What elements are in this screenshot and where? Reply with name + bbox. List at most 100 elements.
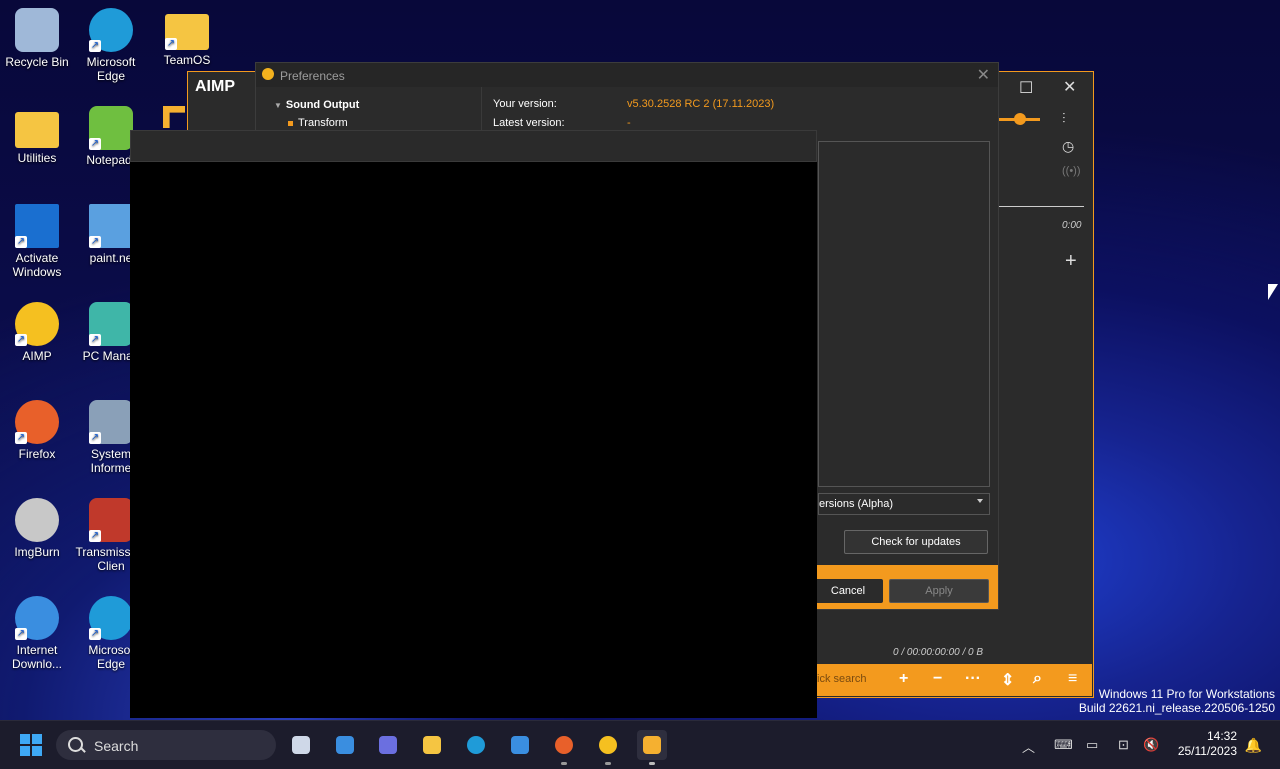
edge-icon: ↗: [89, 8, 133, 52]
network-icon[interactable]: ⊡: [1118, 737, 1129, 753]
search-icon[interactable]: ⌕: [1033, 670, 1042, 688]
widgets-button[interactable]: [330, 730, 360, 760]
notepad-icon: ↗: [89, 106, 133, 150]
update-channel-select[interactable]: ersions (Alpha): [818, 493, 990, 515]
cancel-button[interactable]: Cancel: [813, 579, 883, 603]
menu-icon[interactable]: ≡: [1068, 670, 1077, 688]
volume-slider-knob[interactable]: [1014, 113, 1026, 125]
maximize-icon[interactable]: ☐: [1019, 78, 1033, 98]
mouse-cursor-icon: [1268, 284, 1278, 300]
equalizer-icon[interactable]: ⫶: [1062, 110, 1066, 127]
recycle-bin-icon: [15, 8, 59, 52]
task-view-button[interactable]: [286, 730, 316, 760]
blank-capture-window[interactable]: [130, 130, 817, 718]
desktop-icon-aimp[interactable]: ↗ AIMP: [0, 302, 74, 363]
imgburn-icon: [15, 498, 59, 542]
blank-window-titlebar[interactable]: [130, 130, 817, 162]
volume-muted-icon[interactable]: 🔇: [1143, 737, 1159, 753]
task-view-icon: [292, 736, 310, 754]
aimp-button[interactable]: [593, 730, 623, 765]
more-icon[interactable]: ···: [965, 670, 981, 688]
volume-slider[interactable]: [998, 113, 1040, 125]
widgets-icon: [336, 736, 354, 754]
quick-search-input[interactable]: ick search: [817, 673, 867, 685]
aimp-icon: [599, 736, 617, 754]
add-icon[interactable]: +: [899, 670, 908, 688]
edge-button[interactable]: [461, 730, 491, 760]
firefox-icon: ↗: [15, 400, 59, 444]
time-display: 0:00: [1062, 220, 1082, 231]
desktop-icon-imgburn[interactable]: ImgBurn: [0, 498, 74, 559]
desktop-icon-label: Notepad-: [86, 153, 136, 167]
windows-watermark: Windows 11 Pro for Workstations Build 22…: [1079, 687, 1275, 715]
desktop-icon-activate-windows[interactable]: ↗ Activate Windows: [0, 204, 74, 279]
edge-icon: ↗: [89, 596, 133, 640]
close-icon[interactable]: ✕: [977, 65, 990, 85]
chevron-up-icon[interactable]: ︿: [1022, 737, 1035, 756]
taskbar-clock[interactable]: 14:32 25/11/2023: [1178, 729, 1237, 759]
latest-version-label: Latest version:: [493, 117, 565, 129]
desktop-icon-label: AIMP: [22, 349, 52, 363]
clock-date: 25/11/2023: [1177, 744, 1237, 758]
desktop-icon-internet-download-manager[interactable]: ↗ Internet Downlo...: [0, 596, 74, 671]
aimp-logo: AIMP: [195, 78, 235, 95]
tree-section-sound-output[interactable]: ▼ Sound Output: [274, 99, 359, 111]
capture-app-icon: [163, 106, 185, 128]
tree-item-transform[interactable]: Transform: [288, 117, 348, 129]
desktop-icon-teamos[interactable]: ↗ TeamOS: [150, 8, 224, 67]
taskbar: Search ︿ ⌨ ▭ ⊡ 🔇 14:32 25/11/2023 🔔: [0, 720, 1280, 769]
running-indicator: [561, 762, 567, 765]
file-explorer-button[interactable]: [417, 730, 447, 760]
desktop-icon-label: Utilities: [17, 151, 57, 165]
desktop-icon-label: System Informe: [90, 447, 132, 475]
desktop-icon-label: ImgBurn: [14, 545, 60, 559]
update-channel-value: ersions (Alpha): [819, 498, 893, 510]
aimp-bottom-bar: ick search + − ··· ⇕ ⌕ ≡: [817, 664, 1092, 696]
paint-net-icon: ↗: [89, 204, 133, 248]
teams-chat-button[interactable]: [373, 730, 403, 760]
desktop-icon-label: Activate Windows: [12, 251, 62, 279]
playlist-status: 0 / 00:00:00:00 / 0 B: [893, 647, 984, 658]
broadcast-icon[interactable]: ((•)): [1062, 165, 1081, 177]
keyboard-icon[interactable]: ⌨: [1054, 737, 1073, 753]
chevron-down-icon: ▼: [274, 101, 282, 110]
firefox-button[interactable]: [549, 730, 579, 765]
chevron-down-icon: [977, 499, 983, 503]
aimp-icon: ↗: [15, 302, 59, 346]
system-informer-icon: ↗: [89, 400, 133, 444]
start-button[interactable]: [20, 734, 42, 756]
preferences-titlebar: Preferences ✕: [256, 63, 998, 87]
clock-icon[interactable]: ◷: [1062, 138, 1074, 155]
firefox-icon: [555, 736, 573, 754]
aimp-logo-icon: [262, 68, 274, 80]
your-version-label: Your version:: [493, 98, 557, 110]
desktop-icon-label: Firefox: [18, 447, 56, 461]
remove-icon[interactable]: −: [933, 670, 942, 688]
desktop-icon-label: Internet Downlo...: [11, 643, 63, 671]
changelog-box[interactable]: [818, 141, 990, 487]
notification-bell-icon[interactable]: 🔔: [1245, 737, 1262, 754]
capture-app-button[interactable]: [637, 730, 667, 765]
desktop-icon-edge[interactable]: ↗ Microsoft Edge: [74, 8, 148, 83]
file-explorer-icon: [423, 736, 441, 754]
desktop-icon-recycle-bin[interactable]: Recycle Bin: [0, 8, 74, 69]
check-for-updates-button[interactable]: Check for updates: [844, 530, 988, 554]
display-icon[interactable]: ▭: [1086, 737, 1098, 753]
taskbar-search[interactable]: Search: [56, 730, 276, 760]
search-label: Search: [94, 738, 139, 754]
microsoft-store-button[interactable]: [505, 730, 535, 760]
desktop-icon-utilities[interactable]: Utilities: [0, 106, 74, 165]
close-icon[interactable]: ✕: [1063, 77, 1076, 97]
folder-icon: ↗: [165, 14, 209, 50]
add-playlist-icon[interactable]: +: [1065, 250, 1077, 273]
transmission-icon: ↗: [89, 498, 133, 542]
desktop-icon-firefox[interactable]: ↗ Firefox: [0, 400, 74, 461]
desktop-icon-label: paint.ne: [89, 251, 133, 265]
running-indicator: [605, 762, 611, 765]
seek-bar[interactable]: [998, 206, 1084, 207]
sort-icon[interactable]: ⇕: [1001, 670, 1014, 690]
desktop-icon-label: TeamOS: [163, 53, 211, 67]
desktop-icon-label: Recycle Bin: [5, 55, 69, 69]
apply-button[interactable]: Apply: [889, 579, 989, 603]
watermark-line-2: Build 22621.ni_release.220506-1250: [1078, 701, 1275, 715]
